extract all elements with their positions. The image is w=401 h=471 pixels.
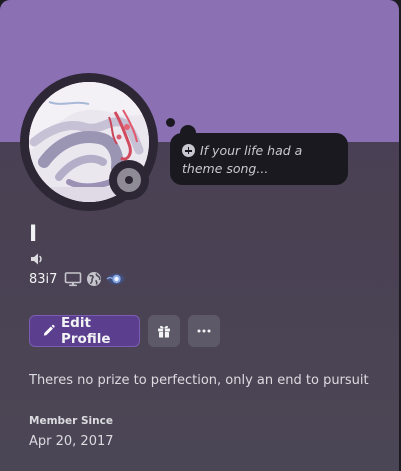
gift-button[interactable] — [148, 315, 180, 347]
thought-dot-small — [166, 118, 175, 127]
display-name: I — [29, 222, 38, 247]
profile-card: If your life had a theme song... I 83i7 — [0, 0, 399, 471]
add-status-icon — [182, 144, 195, 157]
member-since-label: Member Since — [29, 415, 113, 427]
edit-profile-button[interactable]: Edit Profile — [29, 315, 140, 347]
badge-list — [64, 271, 126, 287]
custom-status-placeholder: If your life had a theme song... — [182, 143, 303, 176]
hypesquad-orb-icon — [106, 271, 126, 287]
gift-icon — [158, 325, 170, 338]
more-options-icon — [197, 329, 211, 333]
status-offline-icon — [117, 168, 141, 192]
bio-text: Theres no prize to perfection, only an e… — [29, 373, 369, 388]
pencil-icon — [43, 324, 55, 336]
globe-icon — [86, 271, 102, 287]
custom-status-bubble[interactable]: If your life had a theme song... — [170, 133, 348, 185]
edit-profile-label: Edit Profile — [60, 315, 111, 347]
username: 83i7 — [29, 272, 58, 287]
desktop-icon — [64, 271, 82, 287]
more-options-button[interactable] — [188, 315, 220, 347]
status-indicator — [109, 160, 149, 200]
speaker-icon[interactable] — [29, 251, 45, 267]
member-since-date: Apr 20, 2017 — [29, 434, 114, 449]
